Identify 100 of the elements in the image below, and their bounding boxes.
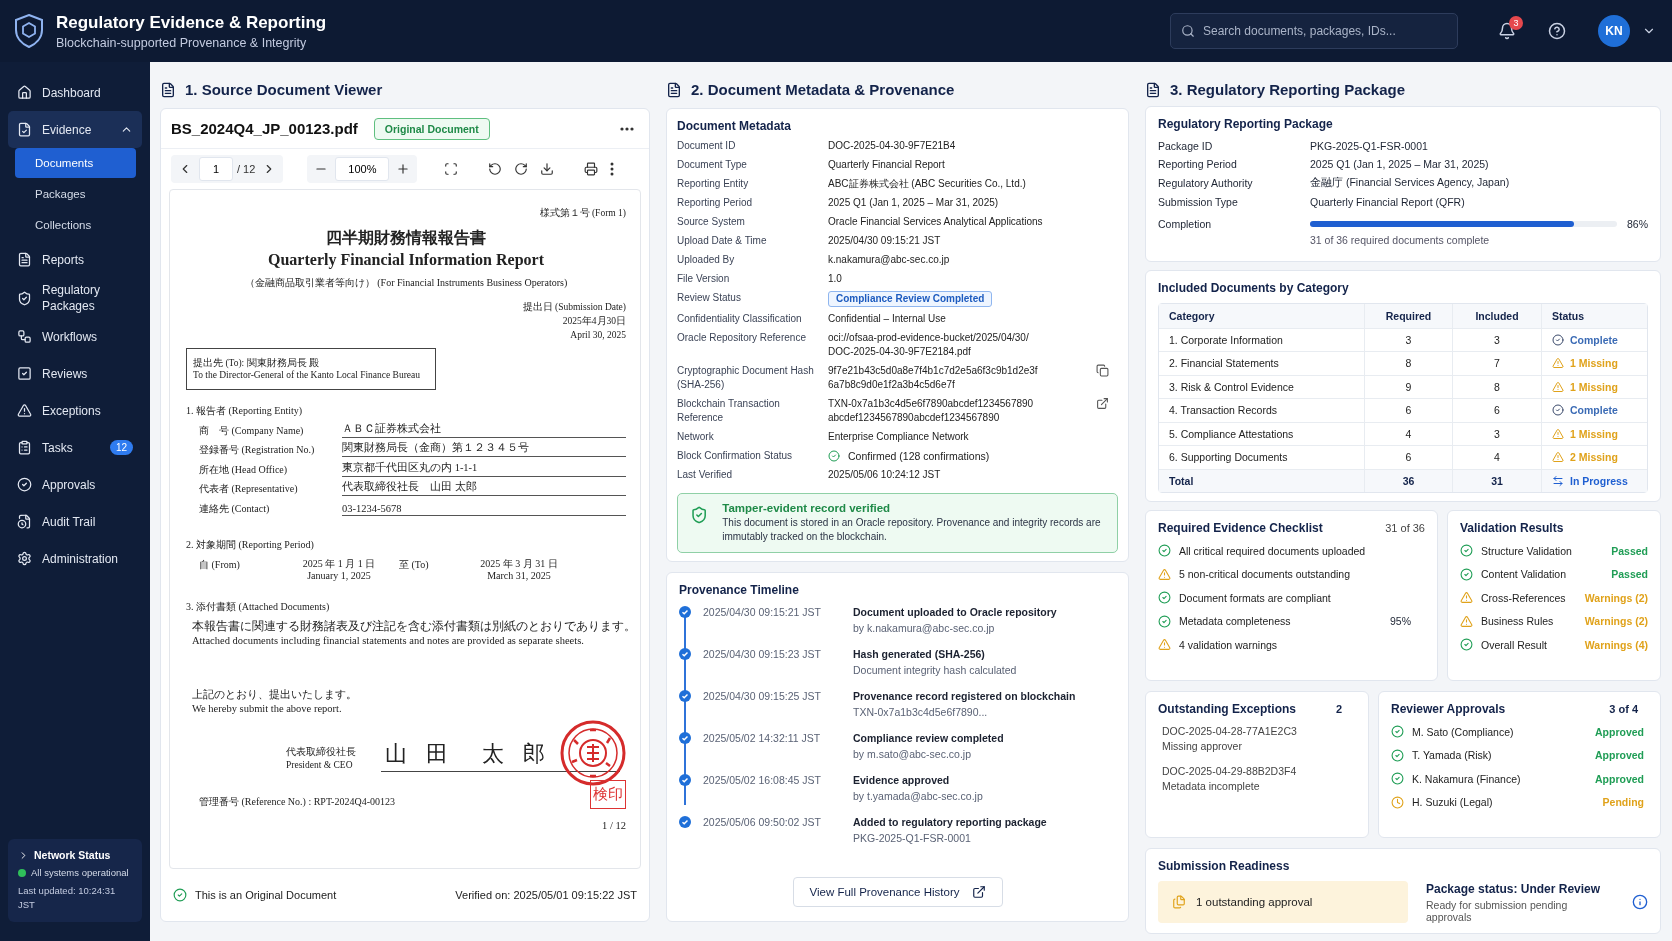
notification-count: 3 bbox=[1509, 16, 1523, 30]
warning-icon bbox=[17, 403, 32, 418]
metadata-label: Document Type bbox=[677, 158, 748, 172]
sidebar-subitem[interactable]: Collections bbox=[15, 210, 136, 240]
sidebar-item[interactable]: Audit Trail bbox=[8, 503, 142, 540]
metadata-label: Document ID bbox=[677, 139, 737, 153]
status-text: 1 Missing bbox=[1570, 357, 1618, 370]
from-label: 自 (From) bbox=[199, 557, 241, 572]
sidebar-item[interactable]: Reports bbox=[8, 241, 142, 278]
view-history-button[interactable]: View Full Provenance History bbox=[792, 877, 1003, 907]
page-field[interactable]: 1 bbox=[199, 157, 233, 181]
sidebar-subitem[interactable]: Documents bbox=[15, 148, 136, 178]
user-avatar[interactable]: KN bbox=[1598, 15, 1630, 47]
metadata-value: TXN-0x7a1b3c4d5e6f7890abcdef1234567890 abcdef1234567890abcdef1234567890 bbox=[828, 397, 1035, 425]
arrows-icon bbox=[1552, 474, 1564, 487]
signature: 山 田 太 郎 bbox=[381, 738, 620, 772]
closing-text: 上記のとおり、提出いたします。 We hereby submit the above report. bbox=[192, 687, 358, 716]
rotate-left-icon bbox=[488, 162, 503, 176]
to-label: 至 (To) bbox=[399, 557, 430, 572]
sidebar-item[interactable]: Administration bbox=[8, 540, 142, 577]
status-dot bbox=[18, 868, 26, 877]
app-title: Regulatory Evidence & Reporting bbox=[56, 12, 328, 33]
validation-result: Passed bbox=[1611, 568, 1648, 581]
search-icon bbox=[1181, 24, 1195, 38]
package-status-title: Package status: Under Review bbox=[1426, 881, 1602, 896]
package-label: Regulatory Authority bbox=[1158, 177, 1254, 189]
metadata-value: Confidential – Internal Use bbox=[828, 312, 947, 326]
package-value: PKG-2025-Q1-FSR-0001 bbox=[1310, 140, 1429, 152]
metadata-value: oci://ofsaa-prod-evidence-bucket/2025/04/30/ DOC-2025-04-30-9F7E2184.pdf bbox=[828, 331, 1030, 359]
more-icon bbox=[610, 162, 615, 176]
plus-icon bbox=[396, 162, 411, 176]
event-detail: Document integrity hash calculated bbox=[853, 663, 1018, 677]
document-title: 四半期財務情報報告書 bbox=[325, 228, 487, 248]
metadata-label: Source System bbox=[677, 215, 746, 229]
info-icon[interactable] bbox=[1632, 894, 1648, 910]
card-title: Document Metadata bbox=[677, 119, 793, 133]
sidebar-item[interactable]: Evidence bbox=[8, 111, 142, 148]
sidebar-subitem[interactable]: Packages bbox=[15, 179, 136, 209]
sidebar-label: Evidence bbox=[42, 121, 93, 138]
status-badge: Compliance Review Completed bbox=[828, 291, 993, 307]
check-dot-icon bbox=[679, 816, 691, 828]
checkbox-icon bbox=[17, 366, 32, 381]
submission-date: 2025年4月30日 bbox=[561, 315, 626, 328]
search-field[interactable]: Search documents, packages, IDs... bbox=[1170, 13, 1458, 49]
table-cell: Total bbox=[1159, 468, 1364, 492]
page-count: / 12 bbox=[237, 163, 256, 175]
metadata-label: Uploaded By bbox=[677, 253, 736, 267]
field-value: ＡＢＣ証券株式会社 bbox=[342, 421, 626, 438]
metadata-value: Quarterly Financial Report bbox=[828, 158, 946, 172]
check-circle-icon bbox=[1460, 544, 1473, 558]
check-circle-icon bbox=[1391, 725, 1404, 739]
notice-text: This document is stored in an Oracle repository. Provenance and integrity records are immutably tracked on the blockchain. bbox=[722, 516, 1102, 544]
sidebar-item[interactable]: Approvals bbox=[8, 466, 142, 503]
metadata-label: Upload Date & Time bbox=[677, 234, 768, 248]
zoom-field[interactable]: 100% bbox=[335, 157, 390, 181]
more-icon bbox=[620, 126, 634, 131]
warning-icon bbox=[1460, 591, 1473, 605]
notifications-button[interactable]: 3 bbox=[1494, 18, 1520, 44]
check-circle-icon bbox=[1552, 333, 1564, 346]
package-label: Reporting Period bbox=[1158, 158, 1238, 170]
warning-icon bbox=[1552, 427, 1564, 440]
card-title: Submission Readiness bbox=[1158, 859, 1291, 873]
approval-status: Approved bbox=[1595, 749, 1644, 762]
field-label: 商 号 (Company Name) bbox=[199, 423, 305, 438]
sidebar-item[interactable]: Regulatory Packages bbox=[8, 278, 142, 318]
sidebar-item[interactable]: Exceptions bbox=[8, 392, 142, 429]
field-label: 連絡先 (Contact) bbox=[199, 501, 271, 516]
package-status-text: Ready for submission pending approvals bbox=[1426, 898, 1569, 923]
validation-label: Business Rules bbox=[1481, 615, 1555, 628]
status-text: In Progress bbox=[1570, 474, 1628, 487]
external-link-icon[interactable] bbox=[1096, 397, 1109, 410]
workflow-icon bbox=[17, 329, 32, 344]
document-icon bbox=[1145, 82, 1161, 98]
check-circle-icon bbox=[1391, 748, 1404, 762]
validation-result: Warnings (2) bbox=[1584, 591, 1648, 604]
field-value: 関東財務局長（金商）第１２３４５号 bbox=[342, 441, 626, 457]
sidebar-item[interactable]: Workflows bbox=[8, 318, 142, 355]
app-subtitle: Blockchain-supported Provenance & Integrity bbox=[56, 35, 308, 50]
warning-icon bbox=[1158, 638, 1171, 652]
sidebar-item[interactable]: Reviews bbox=[8, 355, 142, 392]
sidebar-item[interactable]: Tasks 12 bbox=[8, 429, 142, 466]
submission-label: 提出日 (Submission Date) bbox=[521, 300, 626, 314]
count-badge: 12 bbox=[109, 440, 133, 455]
sidebar-item[interactable]: Dashboard bbox=[8, 74, 142, 111]
copy-icon[interactable] bbox=[1096, 364, 1109, 377]
original-note: This is an Original Document bbox=[195, 889, 337, 901]
column-header: Included bbox=[1452, 304, 1541, 328]
metadata-label: Review Status bbox=[677, 291, 742, 305]
metadata-value: 2025 Q1 (Jan 1, 2025 – Mar 31, 2025) bbox=[828, 196, 1000, 210]
metadata-label: Confidentiality Classification bbox=[677, 312, 803, 326]
table-cell: 6 bbox=[1364, 445, 1452, 469]
check-circle-icon bbox=[828, 450, 840, 462]
table-cell: 6 bbox=[1364, 398, 1452, 422]
event-title: Compliance review completed bbox=[853, 731, 1005, 745]
table-cell: 3 bbox=[1452, 421, 1541, 445]
checklist-item: Metadata completeness bbox=[1179, 615, 1292, 628]
settings-icon bbox=[17, 551, 32, 566]
status-text: 1 Missing bbox=[1570, 427, 1618, 440]
approval-status: Approved bbox=[1595, 772, 1644, 785]
exception-reason: Metadata incomplete bbox=[1162, 779, 1261, 794]
